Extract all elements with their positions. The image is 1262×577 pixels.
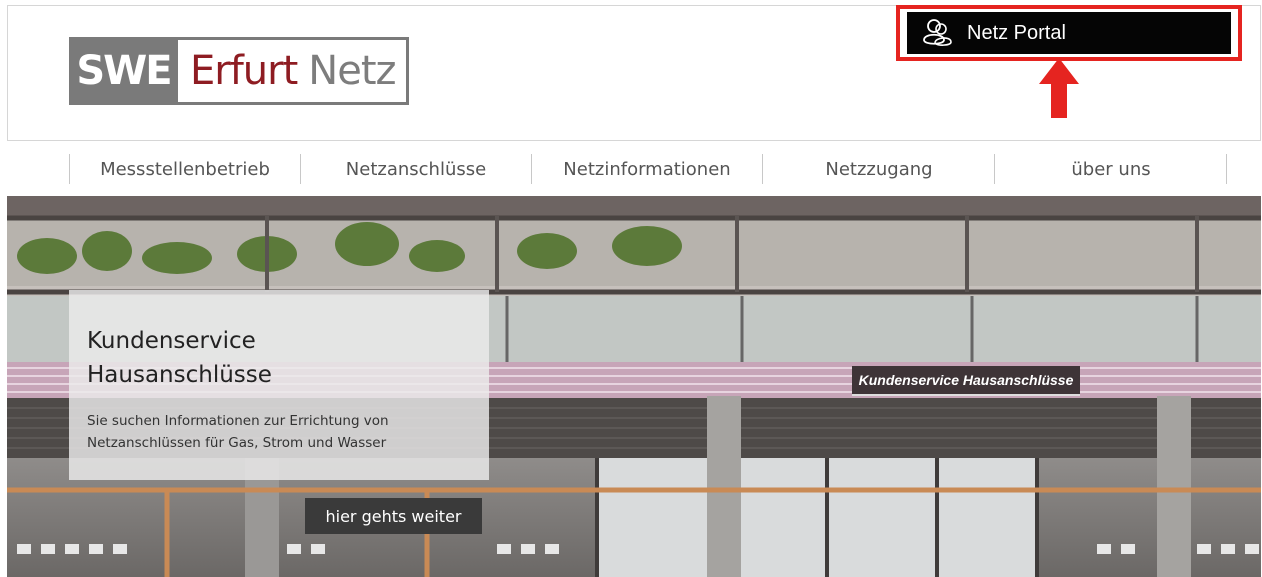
netz-portal-button[interactable]: Netz Portal (907, 12, 1231, 54)
nav-separator (531, 154, 532, 184)
nav-item-netzinformationen[interactable]: Netzinformationen (533, 141, 761, 197)
building-sign: Kundenservice Hausanschlüsse (852, 366, 1080, 396)
hero-title-line1: Kundenservice (87, 328, 256, 354)
logo-wordmark: Erfurt Netz (178, 37, 409, 105)
logo-swe: SWE (69, 37, 178, 105)
hero-banner: Kundenservice Hausanschlüsse Kundenservi… (7, 196, 1261, 577)
nav-item-netzzugang[interactable]: Netzzugang (764, 141, 994, 197)
main-nav: Messstellenbetrieb Netzanschlüsse Netzin… (7, 140, 1261, 196)
users-icon (923, 19, 952, 46)
portal-highlight-box: Netz Portal (896, 5, 1242, 61)
nav-separator (994, 154, 995, 184)
up-arrow-icon (1039, 58, 1079, 118)
nav-separator (1226, 154, 1227, 184)
nav-item-messstellenbetrieb[interactable]: Messstellenbetrieb (71, 141, 299, 197)
nav-separator (69, 154, 70, 184)
hero-text-line2: Netzanschlüssen für Gas, Strom und Wasse… (87, 435, 387, 451)
nav-item-netzanschluesse[interactable]: Netzanschlüsse (302, 141, 530, 197)
logo-erfurt: Erfurt (190, 48, 298, 94)
netz-portal-label: Netz Portal (967, 21, 1066, 44)
nav-separator (300, 154, 301, 184)
hero-text-line1: Sie suchen Informationen zur Errichtung … (87, 413, 389, 429)
logo-netz: Netz (308, 48, 396, 94)
nav-separator (762, 154, 763, 184)
hero-title-line2: Hausanschlüsse (87, 362, 272, 388)
logo[interactable]: SWE Erfurt Netz (69, 37, 409, 105)
nav-item-ueber-uns[interactable]: über uns (996, 141, 1226, 197)
hero-info-box: Kundenservice Hausanschlüsse Sie suchen … (69, 290, 489, 480)
hier-gehts-weiter-button[interactable]: hier gehts weiter (305, 498, 482, 534)
